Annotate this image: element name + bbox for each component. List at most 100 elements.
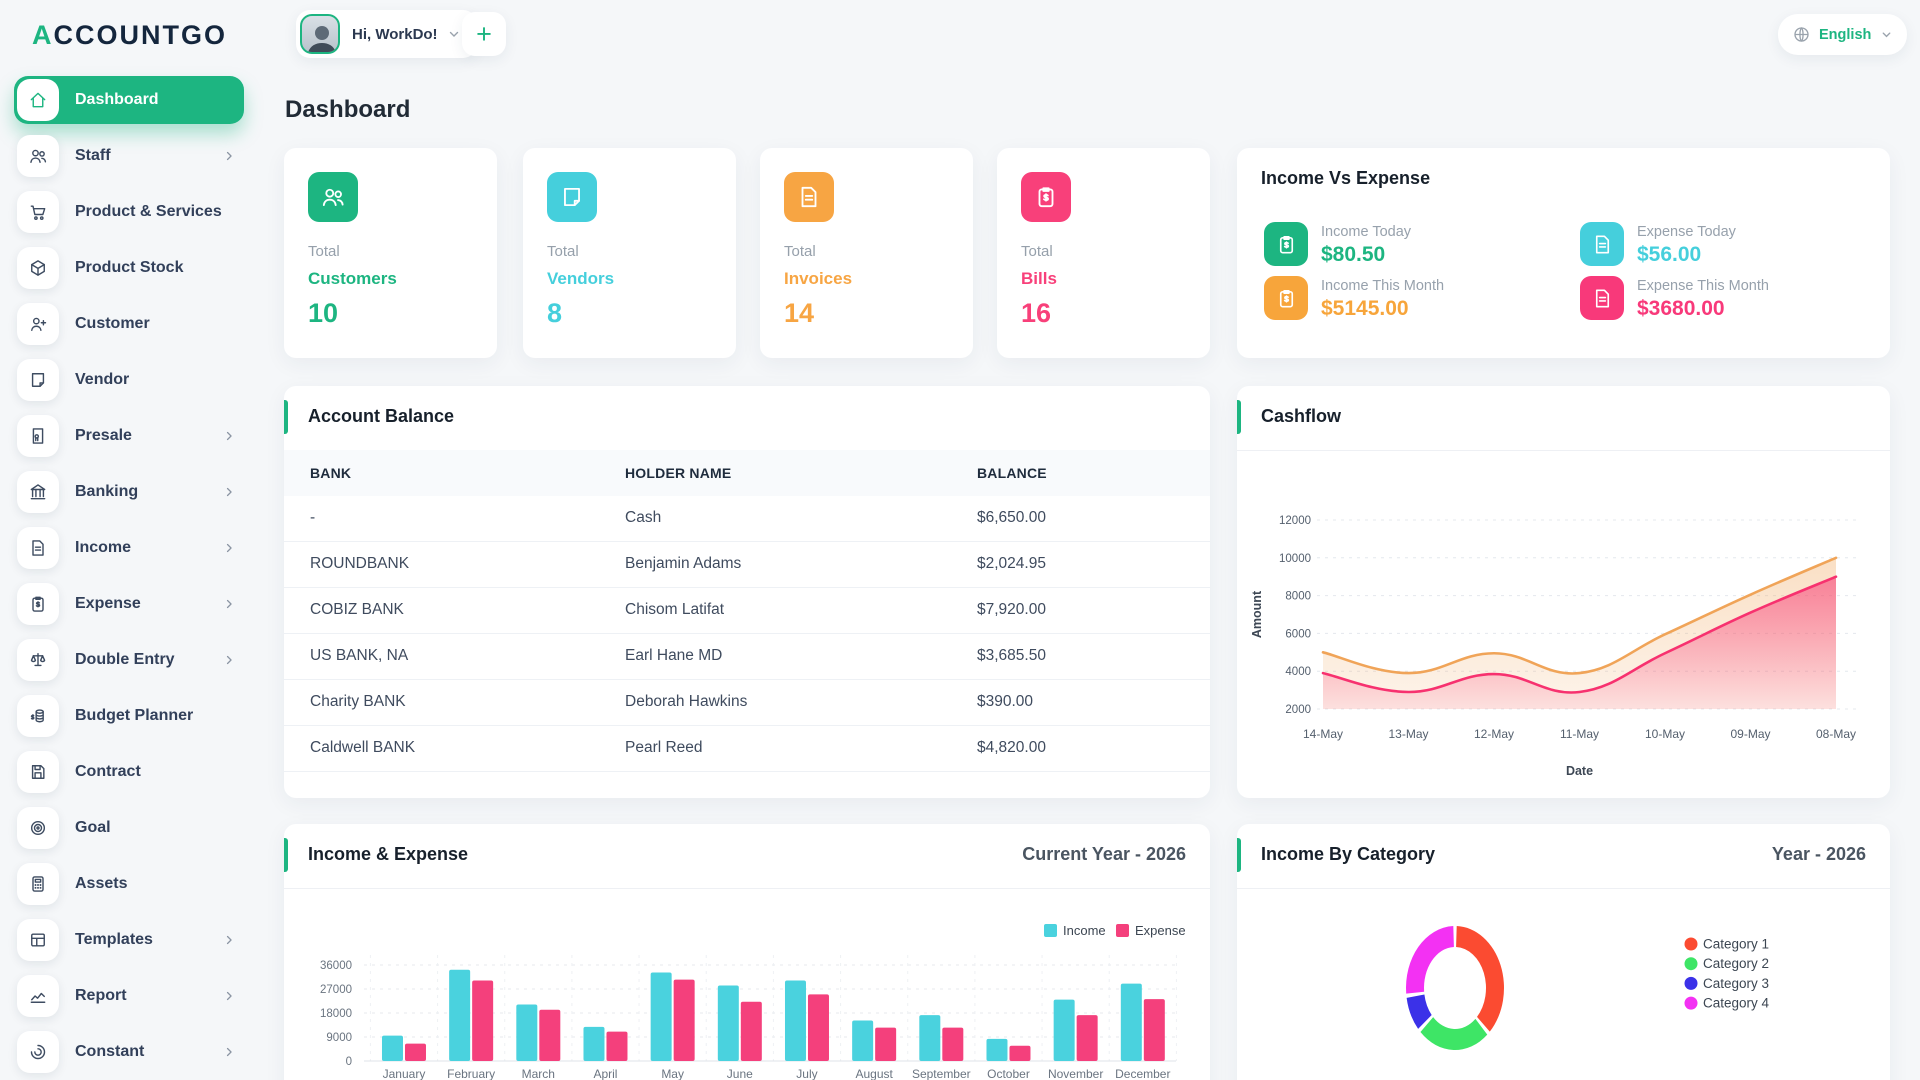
chevron-right-icon (222, 989, 236, 1003)
stat-value: 14 (784, 298, 815, 328)
sidebar-item-double-entry[interactable]: Double Entry (14, 636, 244, 684)
sidebar-item-constant[interactable]: Constant (14, 1028, 244, 1076)
table-row: ROUNDBANK Benjamin Adams $2,024.95 (284, 542, 1210, 588)
sidebar-item-expense[interactable]: Expense (14, 580, 244, 628)
table-cell: $7,920.00 (977, 601, 1046, 618)
column-header-bank: BANK (310, 465, 352, 481)
sidebar-icon-tile (17, 583, 59, 625)
sidebar-item-templates[interactable]: Templates (14, 916, 244, 964)
chart-text: 18000 (320, 1008, 352, 1020)
legend-dot (1684, 937, 1698, 951)
chart-text: 08-May (1816, 727, 1856, 741)
chart-text: Expense (1135, 923, 1186, 938)
chart-text: 10-May (1645, 727, 1685, 741)
sidebar-item-product-stock[interactable]: Product Stock (14, 244, 244, 292)
logo-text: CCOUNTGO (53, 20, 227, 50)
sidebar-item-presale[interactable]: Presale (14, 412, 244, 460)
clipboard-dollar-icon (1279, 235, 1293, 253)
chart-text: September (912, 1067, 971, 1080)
sidebar-item-budget-planner[interactable]: Budget Planner (14, 692, 244, 740)
sidebar-icon-tile (17, 135, 59, 177)
income-expense-chart: 36000 27000 18000 9000 0 January February March… (320, 923, 1186, 1080)
bar-income-february (449, 969, 471, 1061)
donut-segment-2 (1420, 1017, 1488, 1050)
sidebar-item-contract[interactable]: Contract (14, 748, 244, 796)
chevron-right-icon (222, 653, 236, 667)
chart-text: Category 2 (1703, 956, 1769, 971)
user-menu[interactable]: Hi, WorkDo! (296, 10, 477, 58)
chart-text: 6000 (1285, 628, 1311, 640)
stat-icon-tile (547, 172, 597, 222)
chart-text: 0 (346, 1056, 352, 1068)
chevron-right-icon (222, 1045, 236, 1059)
sidebar-item-assets[interactable]: Assets (14, 860, 244, 908)
table-row: COBIZ BANK Chisom Latifat $7,920.00 (284, 588, 1210, 634)
chart-text: March (522, 1067, 555, 1080)
sidebar-item-goal[interactable]: Goal (14, 804, 244, 852)
income-by-category-chart: Category 1 Category 2 Category 3 Category 4 (1406, 926, 1770, 1050)
sidebar-item-dashboard[interactable]: Dashboard (14, 76, 244, 124)
sidebar-item-label: Double Entry (75, 651, 175, 668)
sidebar-item-customer[interactable]: Customer (14, 300, 244, 348)
sidebar-item-label: Templates (75, 931, 153, 948)
chevron-right-icon (222, 429, 236, 443)
chart-text: Income (1063, 923, 1106, 938)
table-cell: Caldwell BANK (310, 739, 416, 756)
chart-text: Date (1566, 764, 1593, 778)
account-balance-panel: Account Balance BANK HOLDER NAME BALANCE -… (284, 386, 1210, 798)
sidebar-item-product-services[interactable]: Product & Services (14, 188, 244, 236)
ive-item-expense-this-month: Expense This Month $3680.00 (1580, 276, 1880, 324)
stat-icon-tile (1021, 172, 1071, 222)
stat-value: 16 (1021, 298, 1052, 328)
income-by-category-panel: Income By Category Year - 2026 Category … (1237, 824, 1890, 1080)
table-cell: Cash (625, 509, 662, 526)
bar-expense-november (1076, 1015, 1098, 1061)
sidebar-item-label: Staff (75, 147, 111, 164)
sidebar-item-label: Report (75, 987, 127, 1004)
stat-name: Customers (308, 269, 397, 288)
chart-text: 09-May (1730, 727, 1770, 741)
greeting-text: Hi, WorkDo! (352, 25, 438, 43)
bar-expense-march (539, 1009, 561, 1061)
sidebar-item-label: Goal (75, 819, 111, 836)
page-title: Dashboard (285, 96, 411, 123)
chart-text: 2000 (1285, 704, 1311, 716)
sidebar-icon-tile (17, 863, 59, 905)
table-row: US BANK, NA Earl Hane MD $3,685.50 (284, 634, 1210, 680)
chart-text: 9000 (326, 1032, 352, 1044)
table-row: Caldwell BANK Pearl Reed $4,820.00 (284, 726, 1210, 772)
bar-income-march (516, 1004, 538, 1061)
table-cell: $2,024.95 (977, 555, 1046, 572)
chart-text: 14-May (1303, 727, 1343, 741)
sidebar-item-report[interactable]: Report (14, 972, 244, 1020)
chart-text: April (593, 1067, 617, 1080)
chevron-right-icon (222, 485, 236, 499)
stat-total-label: Total (784, 243, 816, 260)
sidebar-item-income[interactable]: Income (14, 524, 244, 572)
ive-label: Expense This Month (1637, 278, 1769, 294)
add-button[interactable]: + (462, 12, 506, 56)
chart-text: Category 3 (1703, 976, 1769, 991)
sidebar-icon-tile (17, 247, 59, 289)
sidebar-icon-tile (17, 471, 59, 513)
language-selector[interactable]: English (1778, 14, 1908, 55)
file-text-icon (801, 186, 817, 208)
stat-name: Invoices (784, 269, 853, 288)
chart-text: July (796, 1067, 817, 1080)
chart-text: Category 4 (1703, 996, 1770, 1011)
sidebar-item-staff[interactable]: Staff (14, 132, 244, 180)
sidebar-icon-tile (17, 303, 59, 345)
sidebar-item-vendor[interactable]: Vendor (14, 356, 244, 404)
sidebar-item-banking[interactable]: Banking (14, 468, 244, 516)
legend-dot (1684, 976, 1698, 990)
bar-expense-june (740, 1001, 762, 1061)
stat-name: Vendors (547, 269, 615, 288)
sidebar-icon-tile (17, 191, 59, 233)
bar-expense-january (404, 1043, 426, 1061)
user-plus-icon (31, 317, 47, 331)
chart-text: May (661, 1067, 684, 1080)
chart-text: 8000 (1285, 591, 1311, 603)
chart-text: 11-May (1560, 727, 1599, 741)
bar-expense-may (673, 979, 695, 1061)
table-cell: COBIZ BANK (310, 601, 404, 618)
